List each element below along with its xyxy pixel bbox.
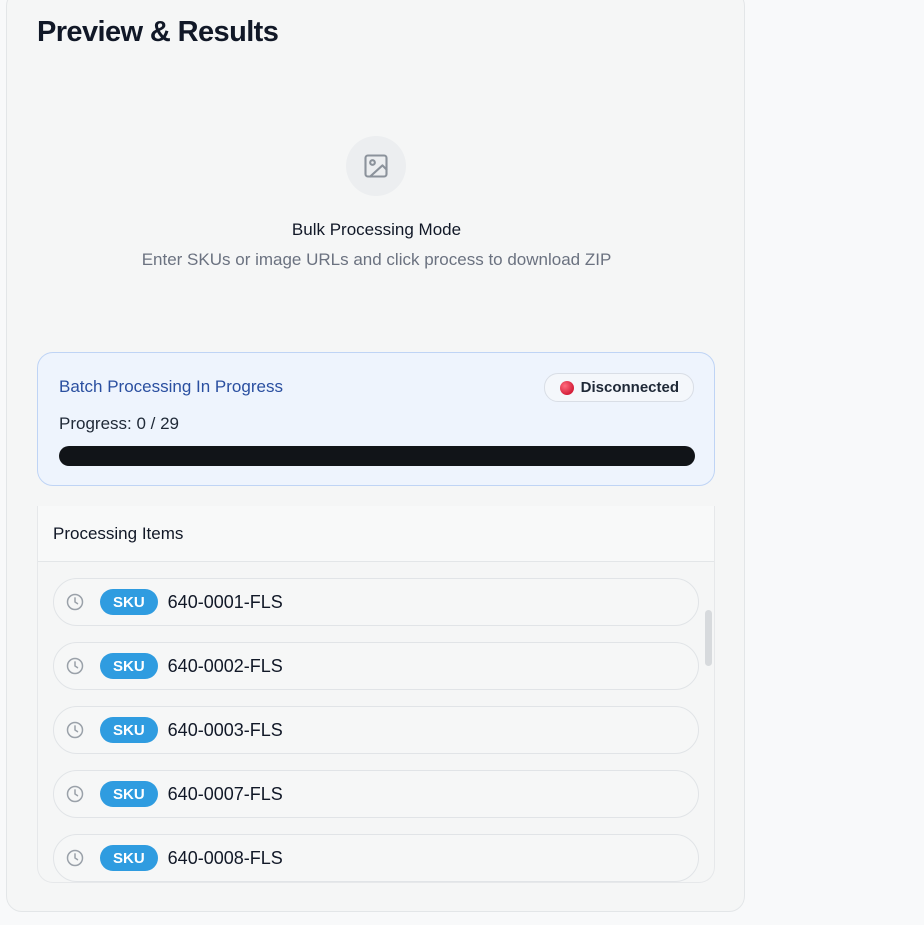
sku-badge: SKU <box>100 845 158 871</box>
clock-icon <box>65 656 85 676</box>
preview-results-card: Preview & Results Bulk Processing Mode E… <box>6 0 745 912</box>
batch-title: Batch Processing In Progress <box>59 377 283 396</box>
sku-code: 640-0003-FLS <box>167 719 283 740</box>
list-item[interactable]: SKU 640-0003-FLS <box>53 706 699 754</box>
clock-icon <box>65 592 85 612</box>
progress-bar <box>59 446 695 466</box>
sku-badge: SKU <box>100 717 158 743</box>
image-placeholder <box>346 136 406 196</box>
progress-text: Progress: 0 / 29 <box>59 414 180 433</box>
clock-icon <box>65 720 85 740</box>
status-dot-icon <box>559 380 574 395</box>
connection-status-badge: Disconnected <box>543 373 694 402</box>
sku-code: 640-0002-FLS <box>167 655 283 676</box>
sku-code: 640-0007-FLS <box>167 783 283 804</box>
clock-icon <box>65 784 85 804</box>
image-icon <box>364 154 388 178</box>
sku-badge: SKU <box>100 781 158 807</box>
sku-code: 640-0008-FLS <box>167 847 283 868</box>
mode-title: Bulk Processing Mode <box>291 220 462 239</box>
status-label: Disconnected <box>580 379 679 396</box>
sku-badge: SKU <box>100 589 158 615</box>
items-list[interactable]: SKU 640-0001-FLS SKU 640-0002-FLS SKU 64… <box>38 562 714 882</box>
list-item[interactable]: SKU 640-0001-FLS <box>53 578 699 626</box>
list-item[interactable]: SKU 640-0008-FLS <box>53 834 699 882</box>
processing-items-panel: Processing Items SKU 640-0001-FLS SKU 64… <box>37 506 715 883</box>
scrollbar-thumb[interactable] <box>705 610 712 666</box>
batch-progress-panel: Batch Processing In Progress Disconnecte… <box>37 352 715 486</box>
mode-description: Enter SKUs or image URLs and click proce… <box>141 250 612 269</box>
list-item[interactable]: SKU 640-0007-FLS <box>53 770 699 818</box>
page-title: Preview & Results <box>37 16 279 48</box>
clock-icon <box>65 848 85 868</box>
list-item[interactable]: SKU 640-0002-FLS <box>53 642 699 690</box>
sku-code: 640-0001-FLS <box>167 591 283 612</box>
processing-items-title: Processing Items <box>38 506 714 562</box>
sku-badge: SKU <box>100 653 158 679</box>
